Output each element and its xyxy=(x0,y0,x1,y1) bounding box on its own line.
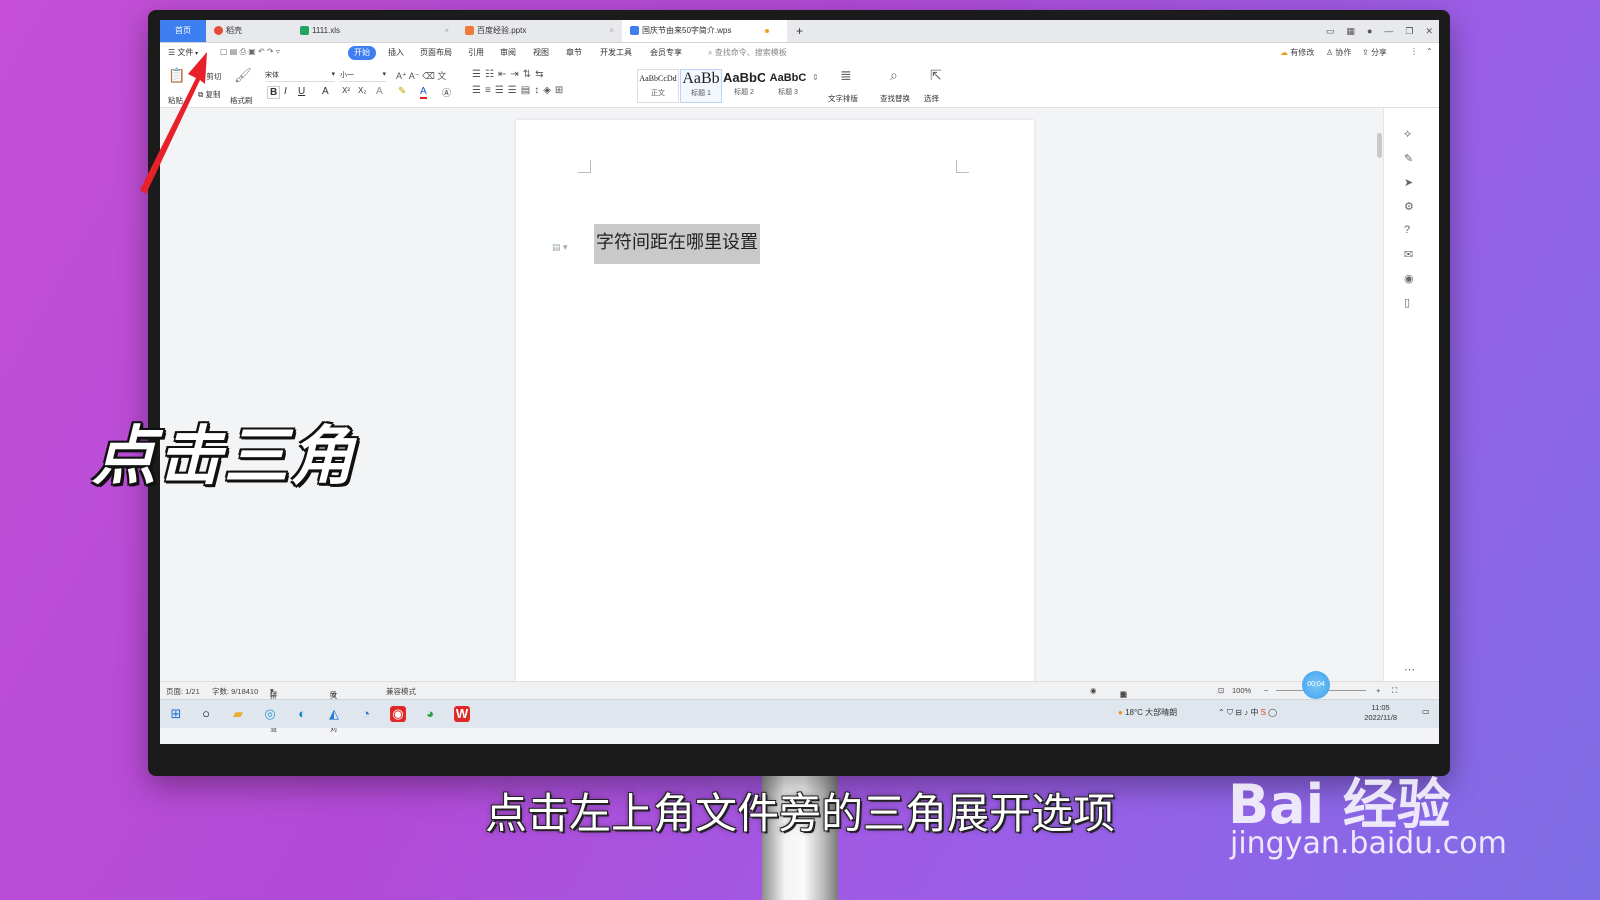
instruction-caption: 点击三角 xyxy=(92,420,356,494)
watermark-url: jingyan.baidu.com xyxy=(1230,826,1507,861)
arrow-shape xyxy=(140,52,207,194)
